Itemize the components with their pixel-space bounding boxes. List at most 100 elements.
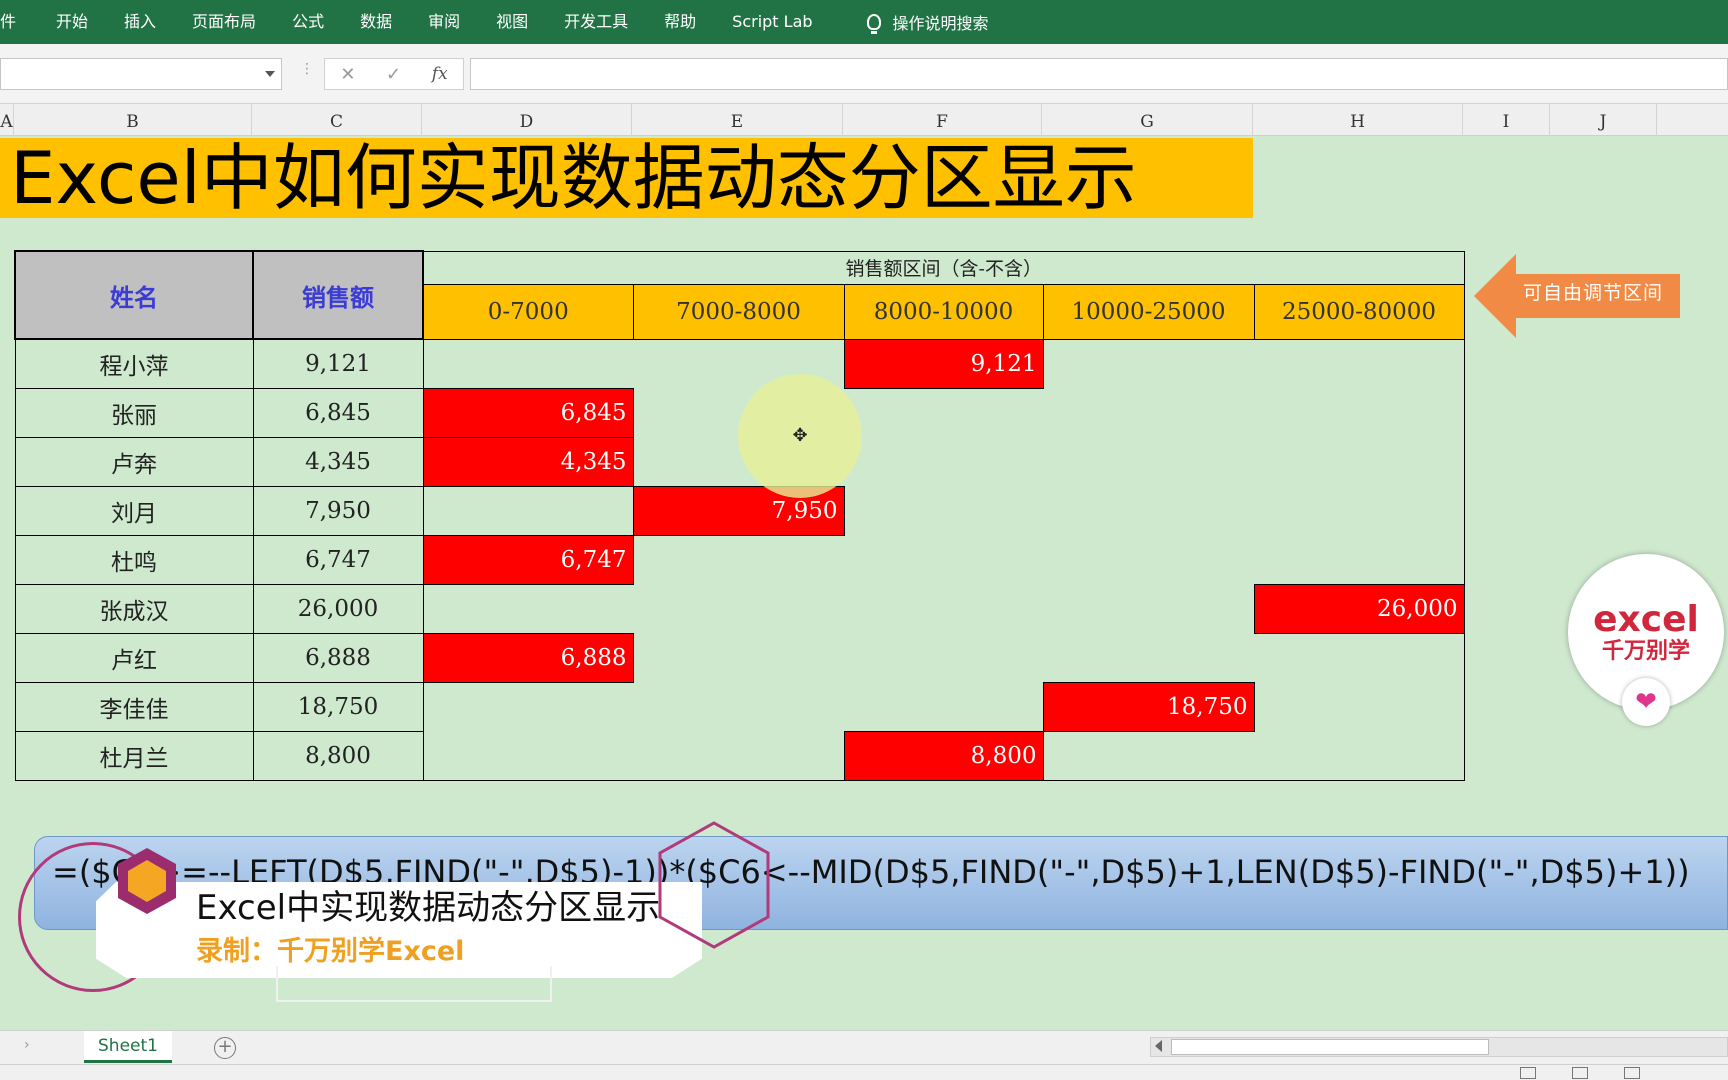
range-empty-cell[interactable] bbox=[844, 535, 1043, 584]
sales-cell[interactable]: 26,000 bbox=[252, 583, 424, 634]
range-empty-cell[interactable] bbox=[1043, 388, 1254, 437]
tab-script-lab[interactable]: Script Lab bbox=[714, 0, 830, 44]
scroll-thumb[interactable] bbox=[1171, 1039, 1489, 1055]
col-header-e[interactable]: E bbox=[632, 104, 843, 136]
range-group-header[interactable]: 销售额区间（含-不含） bbox=[422, 250, 1465, 284]
range-value-cell[interactable]: 6,747 bbox=[422, 534, 634, 585]
name-cell[interactable]: 杜月兰 bbox=[14, 730, 254, 781]
page-title[interactable]: Excel中如何实现数据动态分区显示 bbox=[0, 138, 1253, 218]
sales-cell[interactable]: 8,800 bbox=[252, 730, 424, 781]
col-header-d[interactable]: D bbox=[422, 104, 632, 136]
sales-cell[interactable]: 9,121 bbox=[252, 338, 424, 389]
tab-review[interactable]: 审阅 bbox=[410, 0, 478, 44]
range-empty-cell[interactable] bbox=[423, 486, 633, 535]
range-empty-cell[interactable] bbox=[1254, 682, 1465, 731]
name-cell[interactable]: 张成汉 bbox=[14, 583, 254, 634]
sheet-tab-sheet1[interactable]: Sheet1 bbox=[84, 1031, 172, 1063]
range-empty-cell[interactable] bbox=[1043, 437, 1254, 486]
normal-view-icon[interactable] bbox=[1520, 1067, 1536, 1079]
tab-view[interactable]: 视图 bbox=[478, 0, 546, 44]
col-header-i[interactable]: I bbox=[1463, 104, 1550, 136]
col-header-a[interactable]: A bbox=[0, 104, 14, 136]
name-box[interactable] bbox=[0, 58, 282, 90]
page-layout-view-icon[interactable] bbox=[1572, 1067, 1588, 1079]
range-empty-cell[interactable] bbox=[844, 633, 1043, 682]
sales-header[interactable]: 销售额 bbox=[252, 250, 424, 340]
range-empty-cell[interactable] bbox=[1043, 633, 1254, 682]
tab-scroll-left-icon[interactable]: › bbox=[24, 1037, 30, 1053]
range-empty-cell[interactable] bbox=[844, 584, 1043, 633]
horizontal-scrollbar[interactable] bbox=[1150, 1037, 1728, 1057]
range-empty-cell[interactable] bbox=[844, 486, 1043, 535]
range-empty-cell[interactable] bbox=[633, 535, 844, 584]
range-empty-cell[interactable] bbox=[1043, 535, 1254, 584]
col-header-c[interactable]: C bbox=[252, 104, 422, 136]
col-header-b[interactable]: B bbox=[14, 104, 252, 136]
range-empty-cell[interactable] bbox=[1254, 486, 1465, 535]
tab-page-layout[interactable]: 页面布局 bbox=[174, 0, 274, 44]
name-cell[interactable]: 卢奔 bbox=[14, 436, 254, 487]
range-header[interactable]: 10000-25000 bbox=[1042, 283, 1255, 340]
insert-function-icon[interactable]: fx bbox=[432, 64, 448, 84]
range-header[interactable]: 25000-80000 bbox=[1253, 283, 1465, 340]
range-value-cell[interactable]: 26,000 bbox=[1253, 583, 1465, 634]
tab-insert[interactable]: 插入 bbox=[106, 0, 174, 44]
range-value-cell[interactable]: 4,345 bbox=[422, 436, 634, 487]
range-empty-cell[interactable] bbox=[1043, 339, 1254, 388]
tell-me-search[interactable]: 操作说明搜索 bbox=[831, 10, 989, 34]
chevron-down-icon[interactable] bbox=[265, 71, 275, 77]
scroll-left-icon[interactable] bbox=[1155, 1040, 1162, 1052]
add-sheet-icon[interactable]: + bbox=[214, 1037, 236, 1059]
col-header-f[interactable]: F bbox=[843, 104, 1042, 136]
col-header-h[interactable]: H bbox=[1253, 104, 1463, 136]
name-cell[interactable]: 李佳佳 bbox=[14, 681, 254, 732]
range-empty-cell[interactable] bbox=[1254, 388, 1465, 437]
name-cell[interactable]: 卢红 bbox=[14, 632, 254, 683]
range-empty-cell[interactable] bbox=[1254, 633, 1465, 682]
tab-help[interactable]: 帮助 bbox=[646, 0, 714, 44]
tab-data[interactable]: 数据 bbox=[342, 0, 410, 44]
range-empty-cell[interactable] bbox=[844, 437, 1043, 486]
name-cell[interactable]: 刘月 bbox=[14, 485, 254, 536]
sales-cell[interactable]: 4,345 bbox=[252, 436, 424, 487]
range-value-cell[interactable]: 6,888 bbox=[422, 632, 634, 683]
splitter-handle[interactable]: ⋮ bbox=[300, 62, 314, 84]
name-cell[interactable]: 张丽 bbox=[14, 387, 254, 438]
name-header[interactable]: 姓名 bbox=[14, 250, 254, 340]
range-empty-cell[interactable] bbox=[423, 682, 633, 731]
range-empty-cell[interactable] bbox=[1254, 535, 1465, 584]
range-header[interactable]: 7000-8000 bbox=[632, 283, 845, 340]
cancel-icon[interactable]: ✕ bbox=[340, 64, 355, 85]
range-empty-cell[interactable] bbox=[1043, 486, 1254, 535]
enter-icon[interactable]: ✓ bbox=[386, 64, 401, 85]
page-break-view-icon[interactable] bbox=[1624, 1067, 1640, 1079]
tab-file[interactable]: 件 bbox=[0, 0, 38, 44]
col-header-g[interactable]: G bbox=[1042, 104, 1253, 136]
range-empty-cell[interactable] bbox=[844, 682, 1043, 731]
range-empty-cell[interactable] bbox=[423, 584, 633, 633]
range-empty-cell[interactable] bbox=[1254, 731, 1465, 781]
range-empty-cell[interactable] bbox=[1043, 584, 1254, 633]
range-empty-cell[interactable] bbox=[633, 731, 844, 781]
range-empty-cell[interactable] bbox=[844, 388, 1043, 437]
tab-home[interactable]: 开始 bbox=[38, 0, 106, 44]
range-value-cell[interactable]: 6,845 bbox=[422, 387, 634, 438]
range-value-cell[interactable]: 9,121 bbox=[843, 338, 1044, 389]
sales-cell[interactable]: 6,888 bbox=[252, 632, 424, 683]
name-cell[interactable]: 杜鸣 bbox=[14, 534, 254, 585]
tab-developer[interactable]: 开发工具 bbox=[546, 0, 646, 44]
range-empty-cell[interactable] bbox=[1254, 339, 1465, 388]
range-empty-cell[interactable] bbox=[423, 731, 633, 781]
range-empty-cell[interactable] bbox=[423, 339, 633, 388]
sales-cell[interactable]: 6,845 bbox=[252, 387, 424, 438]
sales-cell[interactable]: 7,950 bbox=[252, 485, 424, 536]
range-empty-cell[interactable] bbox=[1254, 437, 1465, 486]
tab-formulas[interactable]: 公式 bbox=[274, 0, 342, 44]
formula-input[interactable] bbox=[470, 58, 1728, 90]
range-value-cell[interactable]: 8,800 bbox=[843, 730, 1044, 781]
col-header-j[interactable]: J bbox=[1550, 104, 1657, 136]
range-empty-cell[interactable] bbox=[633, 682, 844, 731]
range-header[interactable]: 0-7000 bbox=[422, 283, 634, 340]
range-value-cell[interactable]: 18,750 bbox=[1042, 681, 1255, 732]
range-empty-cell[interactable] bbox=[633, 584, 844, 633]
